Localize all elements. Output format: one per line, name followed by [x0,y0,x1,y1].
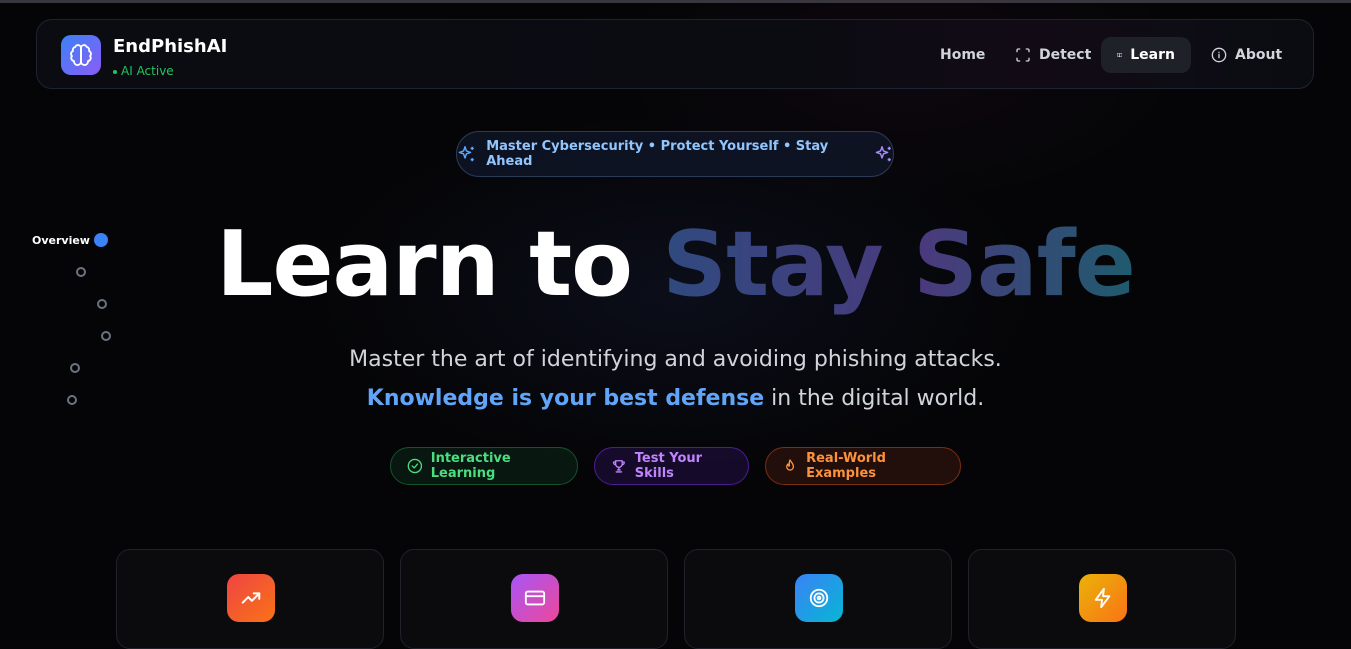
logo[interactable] [61,35,101,75]
ai-status: AI Active [113,64,174,78]
sparkles-icon [458,146,474,162]
info-icon [1211,47,1227,63]
brand-name[interactable]: EndPhishAI [113,36,227,57]
zap-icon [1094,587,1111,609]
side-nav-dot[interactable] [70,363,80,373]
nav-learn-label: Learn [1130,47,1175,63]
status-dot [113,69,117,74]
nav-home-label: Home [940,47,986,63]
feature-card[interactable] [968,549,1236,649]
check-circle-icon [407,458,423,474]
feature-card[interactable] [400,549,668,649]
trending-up-icon [241,592,261,604]
hero-title-gradient: Stay Safe [662,212,1136,317]
nav-detect[interactable]: Detect [999,37,1107,73]
background-glow [0,3,1351,632]
card-icon-box [511,574,559,622]
tag-real-world: Real-World Examples [765,447,961,485]
hero-subtitle-part2: in the digital world. [764,386,985,411]
hero-title-plain: Learn to [216,212,663,317]
hero-subtitle: Master the art of identifying and avoidi… [290,340,1061,418]
tag-test-skills: Test Your Skills [594,447,749,485]
tag-test-label: Test Your Skills [634,451,703,481]
tag-interactive-learning: Interactive Learning [390,447,578,485]
navbar: EndPhishAI AI Active Home Detect Learn A… [36,19,1314,89]
nav-home[interactable]: Home [924,37,1001,73]
feature-card[interactable] [116,549,384,649]
card-icon-box [795,574,843,622]
tagline-text: Master Cybersecurity • Protect Yourself … [486,139,829,169]
nav-about[interactable]: About [1195,37,1298,73]
tagline-pill: Master Cybersecurity • Protect Yourself … [456,131,894,177]
nav-learn[interactable]: Learn [1101,37,1191,73]
side-nav-dot[interactable] [67,395,77,405]
nav-detect-label: Detect [1039,47,1092,63]
hero-subtitle-part1: Master the art of identifying and avoidi… [349,347,1002,372]
tag-examples-label: Real-World Examples [806,451,886,481]
side-nav-dot[interactable] [101,331,111,341]
nav-about-label: About [1235,47,1283,63]
scan-icon [1016,48,1030,62]
card-icon-box [227,574,275,622]
hero-subtitle-highlight: Knowledge is your best defense [366,386,765,411]
brain-icon [70,44,92,66]
flame-icon [786,459,795,471]
credit-card-icon [524,590,546,606]
sparkles-icon [875,146,891,162]
ai-status-label: AI Active [121,64,174,78]
trophy-icon [612,460,625,473]
hero-title: Learn to Stay Safe [0,212,1351,317]
book-open-icon [1117,53,1123,58]
card-icon-box [1079,574,1127,622]
tag-interactive-label: Interactive Learning [430,451,511,481]
target-icon [809,588,829,608]
feature-card[interactable] [684,549,952,649]
